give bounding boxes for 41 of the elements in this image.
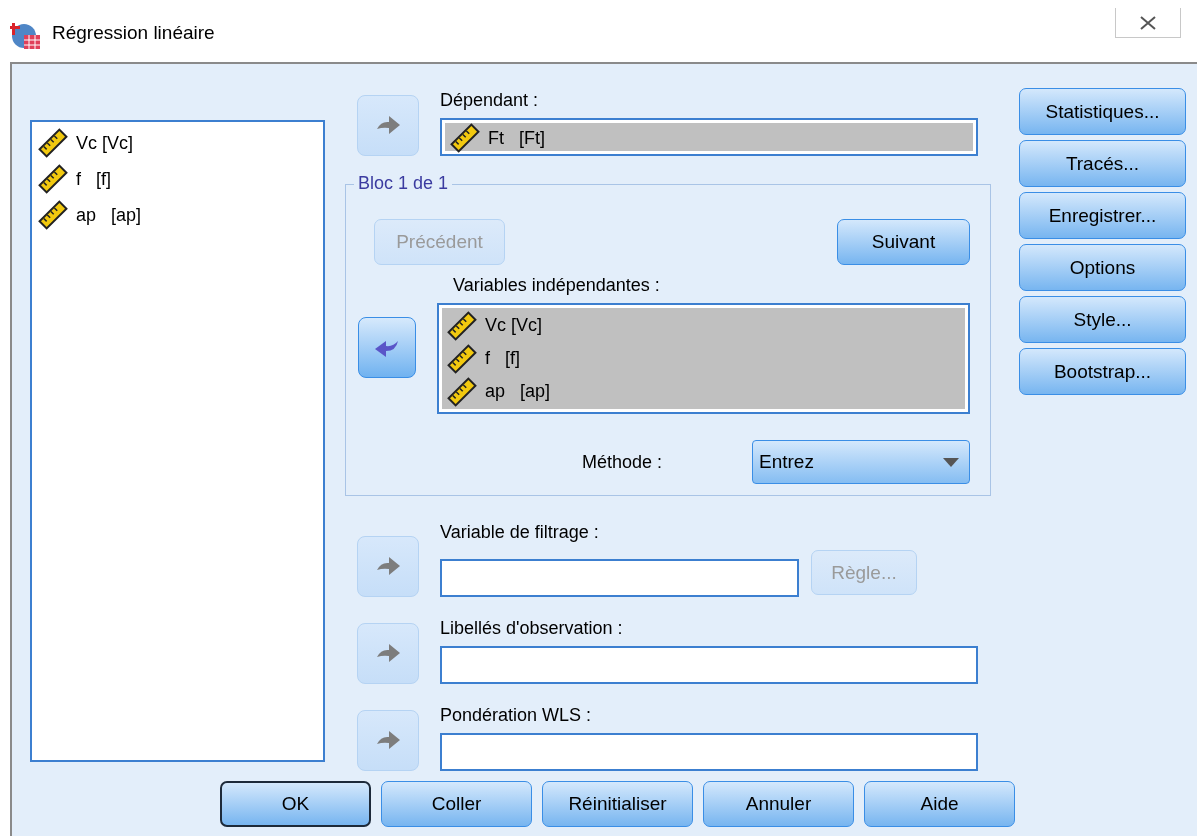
close-icon [1139,14,1157,31]
variable-item[interactable]: f [f] [485,348,520,369]
side-button[interactable]: Enregistrer... [1019,192,1186,239]
method-dropdown[interactable]: Entrez [752,440,970,484]
dialog-button[interactable]: Réinitialiser [542,781,693,827]
window-title: Régression linéaire [52,21,215,45]
field-label: Libellés d'observation : [440,617,624,640]
independent-list[interactable]: Vc [Vc] f [f] ap [ap] [437,303,970,414]
variable-item[interactable]: ap [ap] [76,204,142,226]
variable-item[interactable]: Vc [Vc] [76,132,133,154]
side-button[interactable]: Options [1019,244,1186,291]
arrow-right-icon [375,729,401,752]
dialog-button[interactable]: Annuler [703,781,854,827]
input-field[interactable] [440,559,799,597]
variable-item[interactable]: ap [ap] [485,381,551,402]
side-button[interactable]: Tracés... [1019,140,1186,187]
variable-item[interactable]: f [f] [76,168,111,190]
field-label: Variable de filtrage : [440,521,600,544]
arrow-right-icon [375,555,401,578]
dialog-button[interactable]: Aide [864,781,1015,827]
field-label: Pondération WLS : [440,704,593,727]
side-button[interactable]: Bootstrap... [1019,348,1186,395]
field-label: Dépendant : [440,89,540,112]
side-button[interactable]: Style... [1019,296,1186,343]
arrow-right-icon [375,114,401,137]
side-button[interactable]: Statistiques... [1019,88,1186,135]
input-field[interactable] [440,733,978,771]
field-label: Variables indépendantes : [452,274,661,297]
move-button[interactable] [358,317,416,378]
method-label: Méthode : [581,451,662,474]
dialog-button[interactable]: Coller [381,781,532,827]
variable-item[interactable]: Vc [Vc] [485,315,542,336]
app-icon [10,20,42,52]
close-button[interactable] [1115,8,1181,38]
input-field[interactable] [440,646,978,684]
variable-item[interactable]: Ft [Ft] [488,127,545,149]
dialog-button[interactable]: OK [220,781,371,827]
dependent-field[interactable]: Ft [Ft] [440,118,978,156]
arrow-right-icon [375,642,401,665]
next-button[interactable]: Suivant [837,219,970,265]
dropdown-arrow-icon [943,457,959,467]
